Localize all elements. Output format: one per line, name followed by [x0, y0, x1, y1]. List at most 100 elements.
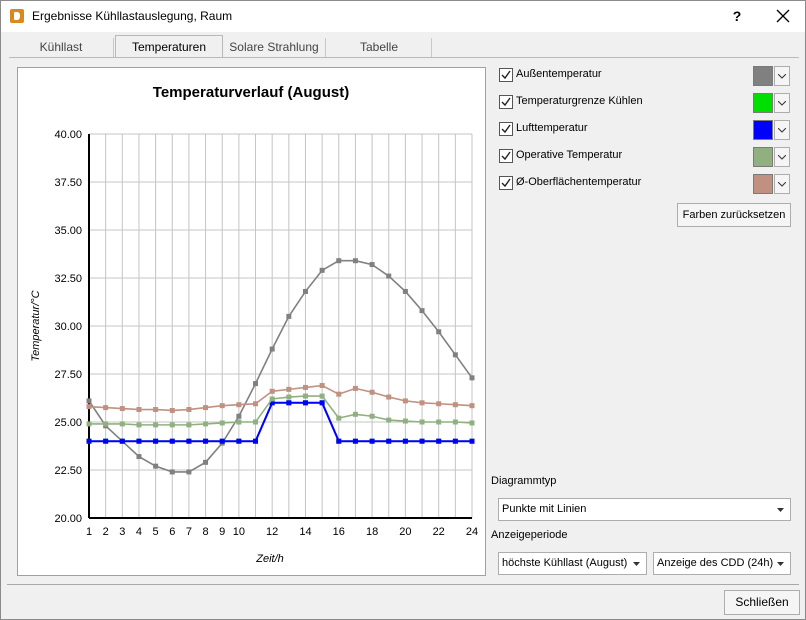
footer-divider [7, 584, 799, 585]
data-point [186, 407, 192, 413]
data-point [319, 267, 325, 273]
color-swatch[interactable] [753, 66, 773, 86]
y-tick-label: 22.50 [54, 465, 82, 477]
data-point [153, 463, 159, 469]
color-picker-aussentemperatur [753, 66, 790, 86]
data-point [336, 391, 342, 397]
help-button[interactable]: ? [723, 4, 751, 28]
data-point [352, 385, 358, 391]
chart-axes: 20.00 22.50 25.00 27.50 30.00 32.50 35.00 37.50… [54, 129, 478, 538]
diagram-type-select[interactable]: Punkte mit Linien [498, 498, 791, 521]
data-point [103, 421, 109, 427]
data-point [86, 404, 92, 410]
diagram-type-value: Punkte mit Linien [502, 503, 587, 515]
chart-title: Temperaturverlauf (August) [153, 84, 349, 101]
data-point [86, 421, 92, 427]
color-picker-oberflaeche [753, 174, 790, 194]
data-point [352, 411, 358, 417]
data-point [136, 438, 142, 444]
x-tick-label: 7 [186, 526, 192, 538]
x-tick-label: 18 [366, 526, 378, 538]
tab-temperaturen[interactable]: Temperaturen [115, 35, 223, 58]
data-point [469, 375, 475, 381]
checkbox-lufttemperatur[interactable] [499, 122, 513, 136]
x-tick-label: 12 [266, 526, 278, 538]
data-point [103, 405, 109, 411]
y-tick-label: 20.00 [54, 513, 82, 525]
chart-svg: Temperaturverlauf (August) 20.00 22.50 25.… [30, 84, 478, 565]
data-point [386, 417, 392, 423]
x-axis-label: Zeit/h [255, 553, 284, 565]
color-dropdown-button[interactable] [774, 93, 790, 113]
data-point [302, 288, 308, 294]
y-axis-label: Temperatur/°C [30, 290, 42, 361]
chevron-down-icon [778, 74, 786, 79]
checkmark-icon [501, 178, 511, 188]
x-tick-label: 3 [119, 526, 125, 538]
data-point [452, 352, 458, 358]
color-swatch[interactable] [753, 174, 773, 194]
color-dropdown-button[interactable] [774, 147, 790, 167]
diagram-type-label: Diagrammtyp [491, 475, 557, 487]
data-point [369, 262, 375, 268]
data-point [452, 402, 458, 408]
dropdown-arrow-icon [633, 562, 640, 566]
data-point [469, 438, 475, 444]
checkbox-operative[interactable] [499, 149, 513, 163]
data-point [169, 422, 175, 428]
y-tick-label: 40.00 [54, 129, 82, 141]
data-point [302, 400, 308, 406]
legend-label: Ø-Oberflächentemperatur [516, 176, 642, 188]
color-swatch[interactable] [753, 120, 773, 140]
data-point [236, 419, 242, 425]
data-point [153, 422, 159, 428]
tab-underline [9, 57, 799, 58]
data-point [402, 418, 408, 424]
tab-tabelle[interactable]: Tabelle [327, 38, 432, 57]
data-point [286, 386, 292, 392]
data-point [286, 394, 292, 400]
color-swatch[interactable] [753, 147, 773, 167]
app-icon [10, 9, 24, 23]
data-point [302, 384, 308, 390]
data-point [169, 469, 175, 475]
tab-kuehllast[interactable]: Kühllast [9, 38, 114, 57]
display-period-value: höchste Kühllast (August) [502, 557, 628, 569]
close-button[interactable]: Schließen [724, 590, 800, 615]
data-point [269, 396, 275, 402]
tab-solare-strahlung[interactable]: Solare Strahlung [223, 38, 326, 57]
data-point [186, 422, 192, 428]
color-picker-temperaturgrenze [753, 93, 790, 113]
color-dropdown-button[interactable] [774, 174, 790, 194]
checkbox-temperaturgrenze[interactable] [499, 95, 513, 109]
close-window-button[interactable] [761, 3, 805, 29]
chevron-down-icon [778, 128, 786, 133]
data-point [336, 258, 342, 264]
checkbox-oberflaeche[interactable] [499, 176, 513, 190]
data-point [119, 406, 125, 412]
display-period-select[interactable]: höchste Kühllast (August) [498, 552, 647, 575]
cdd-display-select[interactable]: Anzeige des CDD (24h) [653, 552, 791, 575]
color-dropdown-button[interactable] [774, 120, 790, 140]
data-point [386, 394, 392, 400]
data-point [386, 273, 392, 279]
checkbox-aussentemperatur[interactable] [499, 68, 513, 82]
data-point [119, 438, 125, 444]
data-point [219, 420, 225, 426]
x-tick-label: 1 [86, 526, 92, 538]
data-point [319, 400, 325, 406]
color-dropdown-button[interactable] [774, 66, 790, 86]
data-point [452, 419, 458, 425]
color-swatch[interactable] [753, 93, 773, 113]
y-tick-label: 30.00 [54, 321, 82, 333]
reset-colors-button[interactable]: Farben zurücksetzen [677, 203, 791, 227]
x-tick-label: 2 [103, 526, 109, 538]
x-tick-label: 5 [153, 526, 159, 538]
data-point [119, 421, 125, 427]
data-point [153, 438, 159, 444]
checkmark-icon [501, 97, 511, 107]
data-point [302, 393, 308, 399]
dropdown-arrow-icon [777, 508, 784, 512]
data-point [436, 329, 442, 335]
legend-label: Temperaturgrenze Kühlen [516, 95, 643, 107]
